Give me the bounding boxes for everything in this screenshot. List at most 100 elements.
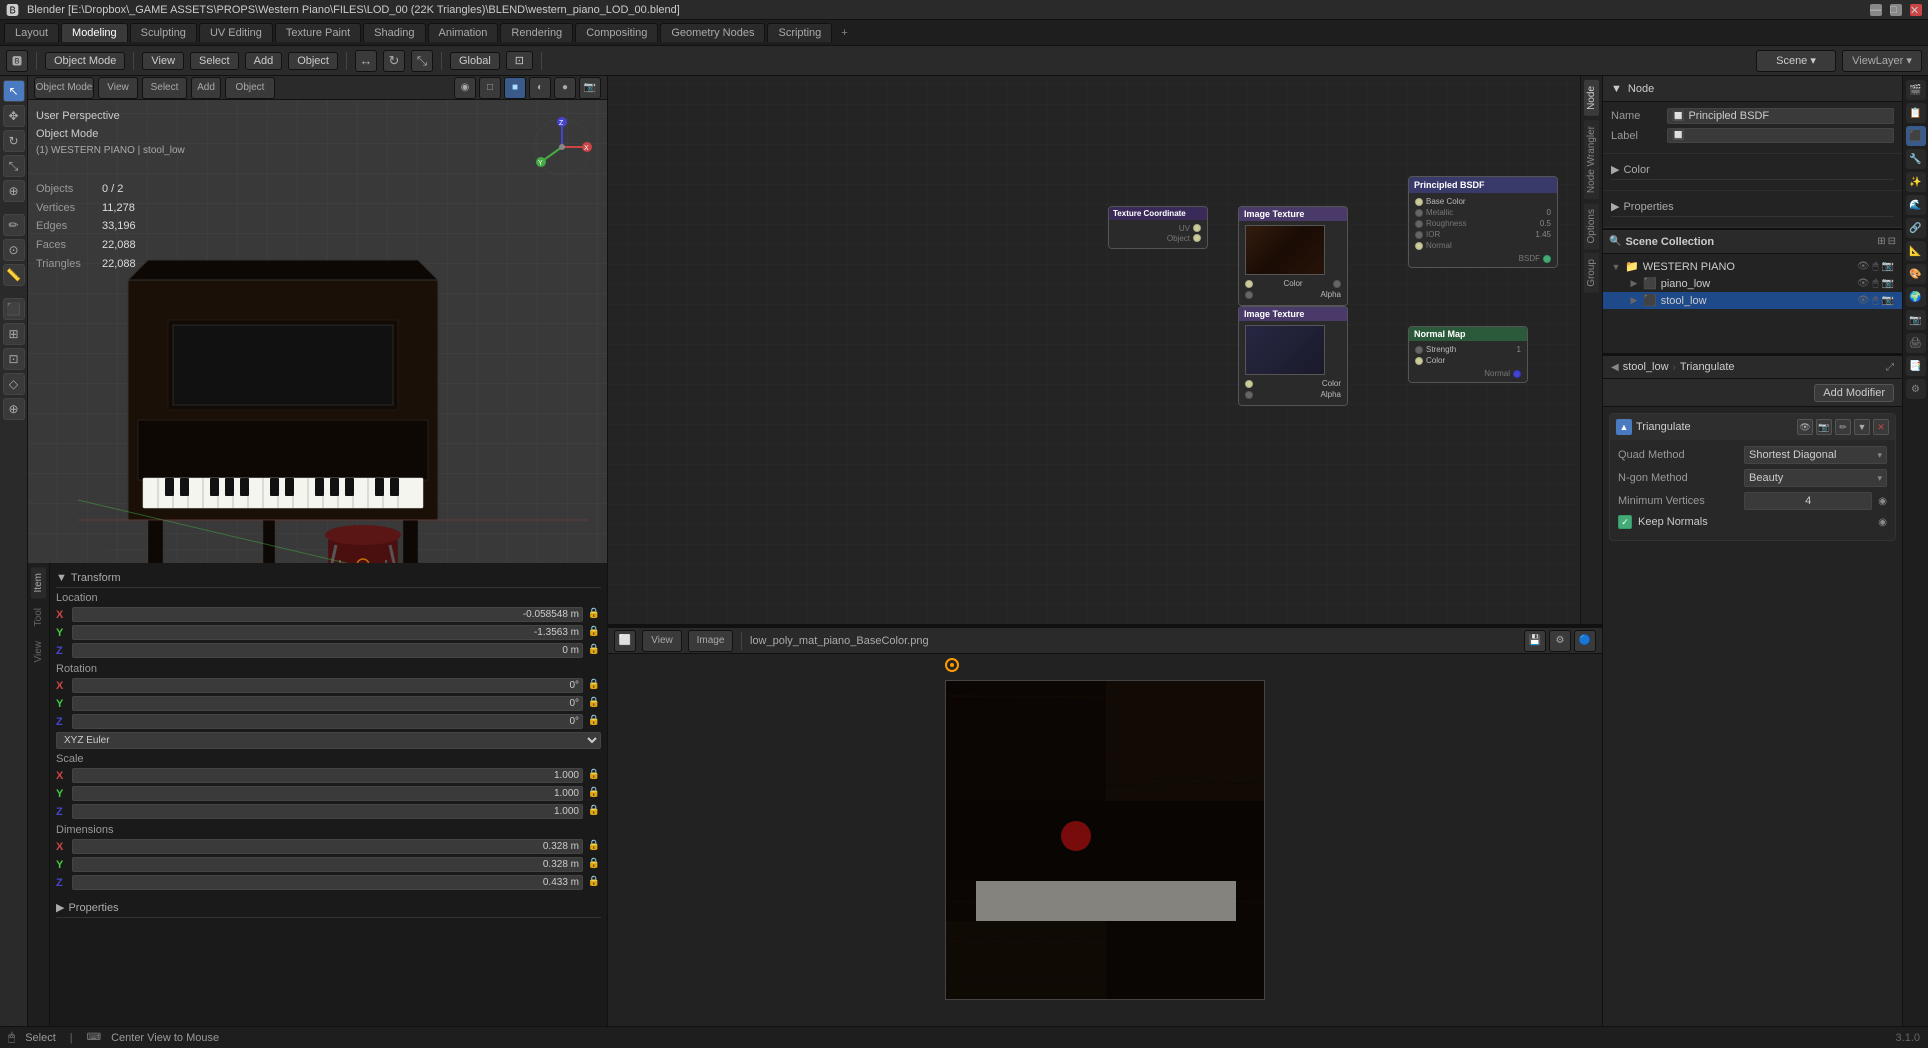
- modifier-nav-back[interactable]: ◀: [1611, 362, 1619, 373]
- node-texture-coord[interactable]: Texture Coordinate UV Object: [1108, 206, 1208, 249]
- rot-y-input[interactable]: [72, 696, 583, 711]
- scene-filter-btn[interactable]: ⊞: [1877, 236, 1885, 247]
- loop-cut-tool[interactable]: ⊕: [3, 398, 25, 420]
- rotate-btn[interactable]: ↻: [383, 50, 405, 72]
- uv-editor-icon[interactable]: ⬜: [614, 630, 636, 652]
- render-icon-1[interactable]: 📷: [1882, 261, 1894, 272]
- sel-icon-piano[interactable]: 🖱: [1873, 278, 1879, 289]
- sel-icon-stool[interactable]: 🖱: [1873, 295, 1879, 306]
- tree-item-piano-low[interactable]: ▶ ⬛ piano_low 👁 🖱 📷: [1603, 275, 1902, 292]
- tab-geometry-nodes[interactable]: Geometry Nodes: [660, 23, 765, 42]
- sidebar-tab-output[interactable]: 🖨: [1906, 333, 1926, 353]
- sidebar-tab-view-layer[interactable]: 📑: [1906, 356, 1926, 376]
- viewport-shading-render[interactable]: ●: [554, 77, 576, 99]
- sidebar-tab-scene[interactable]: 🎬: [1906, 80, 1926, 100]
- mod-render-btn[interactable]: 📷: [1816, 419, 1832, 435]
- node-wrangler-tab[interactable]: Node Wrangler: [1584, 120, 1599, 199]
- transform-btn[interactable]: ↔: [355, 50, 377, 72]
- measure-tool[interactable]: 📏: [3, 264, 25, 286]
- bevel-tool[interactable]: ◇: [3, 373, 25, 395]
- add-workspace-btn[interactable]: +: [834, 24, 854, 42]
- min-verts-prop-btn[interactable]: ◉: [1878, 496, 1887, 507]
- node-image-texture-1[interactable]: Image Texture Color Alpha: [1238, 206, 1348, 306]
- props-section-header[interactable]: ▶ Properties: [1611, 197, 1894, 217]
- lock-dim-z-icon[interactable]: 🔒: [587, 876, 601, 890]
- min-verts-input[interactable]: [1744, 492, 1872, 510]
- render-engine-btn[interactable]: ViewLayer ▾: [1842, 50, 1922, 72]
- lock-scale-y-icon[interactable]: 🔒: [587, 787, 601, 801]
- dim-x-input[interactable]: [72, 839, 583, 854]
- sidebar-tab-material[interactable]: 🎨: [1906, 264, 1926, 284]
- lock-dim-x-icon[interactable]: 🔒: [587, 840, 601, 854]
- sidebar-tab-render[interactable]: 📷: [1906, 310, 1926, 330]
- select-menu[interactable]: Select: [190, 52, 239, 70]
- close-btn[interactable]: ✕: [1910, 4, 1922, 16]
- item-tab[interactable]: Item: [31, 567, 46, 598]
- viewport-select-btn[interactable]: Select: [142, 77, 187, 99]
- node-normal-map[interactable]: Normal Map Strength 1 Color Normal: [1408, 326, 1528, 383]
- rot-x-input[interactable]: [72, 678, 583, 693]
- inset-tool[interactable]: ⊡: [3, 348, 25, 370]
- mode-dropdown[interactable]: Object Mode: [45, 52, 125, 70]
- lock-scale-x-icon[interactable]: 🔒: [587, 769, 601, 783]
- annotate-tool[interactable]: ✏: [3, 214, 25, 236]
- scene-dropdown[interactable]: Scene ▾: [1756, 50, 1836, 72]
- uv-editor[interactable]: ⬜ View Image low_poly_mat_piano_BaseColo…: [608, 626, 1602, 1026]
- color-section-header[interactable]: ▶ Color: [1611, 160, 1894, 180]
- scale-x-input[interactable]: [72, 768, 583, 783]
- sidebar-tab-data[interactable]: 📐: [1906, 241, 1926, 261]
- vis-icon-piano[interactable]: 👁: [1857, 278, 1870, 289]
- viewport-menu-btn[interactable]: Object Mode: [34, 77, 94, 99]
- mod-realtime-btn[interactable]: 👁: [1797, 419, 1813, 435]
- lock-dim-y-icon[interactable]: 🔒: [587, 858, 601, 872]
- vis-icon-1[interactable]: 👁: [1857, 261, 1870, 272]
- extrude-tool[interactable]: ⊞: [3, 323, 25, 345]
- quad-method-dropdown[interactable]: Shortest Diagonal ▾: [1744, 446, 1887, 464]
- modifier-nav-expand[interactable]: ⤢: [1886, 362, 1894, 373]
- rot-z-input[interactable]: [72, 714, 583, 729]
- move-tool[interactable]: ✥: [3, 105, 25, 127]
- lock-rot-y-icon[interactable]: 🔒: [587, 697, 601, 711]
- render-icon-piano[interactable]: 📷: [1882, 278, 1894, 289]
- add-cube-tool[interactable]: ⬛: [3, 298, 25, 320]
- dim-z-input[interactable]: [72, 875, 583, 890]
- node-image-texture-2[interactable]: Image Texture Color Alpha: [1238, 306, 1348, 406]
- viewport-overlay-btn[interactable]: ◉: [454, 77, 476, 99]
- viewport-camera-btn[interactable]: 📷: [579, 77, 601, 99]
- viewport-gizmo[interactable]: X Y Z: [527, 112, 597, 182]
- lock-scale-z-icon[interactable]: 🔒: [587, 805, 601, 819]
- tool-tab[interactable]: Tool: [31, 602, 46, 632]
- scene-view-btn[interactable]: ⊟: [1888, 236, 1896, 247]
- sidebar-tab-particles[interactable]: ✨: [1906, 172, 1926, 192]
- tab-animation[interactable]: Animation: [428, 23, 499, 42]
- tab-texture-paint[interactable]: Texture Paint: [275, 23, 361, 42]
- lock-rot-z-icon[interactable]: 🔒: [587, 715, 601, 729]
- uv-image-btn[interactable]: Image: [688, 630, 733, 652]
- vis-icon-stool[interactable]: 👁: [1857, 295, 1870, 306]
- mod-delete-btn[interactable]: ✕: [1873, 419, 1889, 435]
- select-tool[interactable]: ↖: [3, 80, 25, 102]
- viewport-object-btn[interactable]: Object: [225, 77, 275, 99]
- vis-icon-2[interactable]: 🖱: [1873, 261, 1879, 272]
- sidebar-tab-renderlayer[interactable]: 📋: [1906, 103, 1926, 123]
- sidebar-tab-physics[interactable]: 🌊: [1906, 195, 1926, 215]
- options-tab[interactable]: Options: [1584, 203, 1599, 249]
- keep-normals-prop-btn[interactable]: ◉: [1878, 517, 1887, 528]
- tab-uv-editing[interactable]: UV Editing: [199, 23, 273, 42]
- loc-z-input[interactable]: [72, 643, 583, 658]
- node-tab[interactable]: Node: [1584, 80, 1599, 116]
- viewport-view-btn[interactable]: View: [98, 77, 138, 99]
- lock-rot-x-icon[interactable]: 🔒: [587, 679, 601, 693]
- add-menu[interactable]: Add: [245, 52, 283, 70]
- maximize-btn[interactable]: □: [1890, 4, 1902, 16]
- uv-view-btn[interactable]: View: [642, 630, 682, 652]
- lock-x-icon[interactable]: 🔒: [587, 608, 601, 622]
- minimize-btn[interactable]: —: [1870, 4, 1882, 16]
- tree-item-western-piano[interactable]: ▼ 📁 WESTERN PIANO 👁 🖱 📷: [1603, 258, 1902, 275]
- viewport-shading-wire[interactable]: □: [479, 77, 501, 99]
- loc-y-input[interactable]: [72, 625, 583, 640]
- lock-z-icon[interactable]: 🔒: [587, 644, 601, 658]
- dim-y-input[interactable]: [72, 857, 583, 872]
- tab-shading[interactable]: Shading: [363, 23, 425, 42]
- lock-y-icon[interactable]: 🔒: [587, 626, 601, 640]
